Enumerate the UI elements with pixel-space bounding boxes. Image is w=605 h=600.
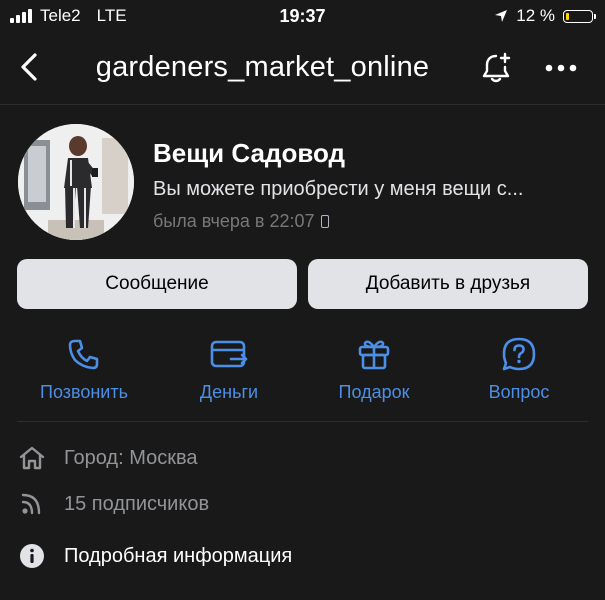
rss-feed-icon xyxy=(21,493,41,515)
add-friend-button[interactable]: Добавить в друзья xyxy=(308,259,588,309)
battery-percent: 12 % xyxy=(516,6,555,25)
question-icon xyxy=(502,337,536,371)
more-options-button[interactable] xyxy=(541,52,581,84)
mobile-device-icon xyxy=(320,215,329,228)
details-text: Подробная информация xyxy=(64,544,293,567)
home-icon xyxy=(19,446,45,470)
status-bar: Tele2 LTE 19:37 12 % xyxy=(0,0,605,32)
action-call[interactable]: Позвонить xyxy=(14,334,154,403)
info-subscribers[interactable]: 15 подписчиков xyxy=(18,490,209,518)
more-dots-icon xyxy=(545,64,577,72)
subscribe-notifications-button[interactable] xyxy=(476,50,516,86)
profile-name: Вещи Садовод xyxy=(153,138,346,168)
money-card-icon xyxy=(210,340,248,368)
profile-status[interactable]: Вы можете приобрести у меня вещи с... xyxy=(153,178,523,201)
last-seen: была вчера в 22:07 xyxy=(153,211,329,232)
last-seen-text: была вчера в 22:07 xyxy=(153,211,315,231)
action-question[interactable]: Вопрос xyxy=(449,334,589,403)
profile-photo xyxy=(18,124,134,240)
gift-icon xyxy=(358,340,390,370)
avatar[interactable] xyxy=(18,124,134,240)
subscribers-text: 15 подписчиков xyxy=(64,492,210,515)
message-button[interactable]: Сообщение xyxy=(17,259,297,309)
divider xyxy=(17,421,588,422)
action-call-label: Позвонить xyxy=(40,382,128,402)
bell-plus-icon xyxy=(482,52,511,83)
phone-icon xyxy=(68,339,99,370)
nav-bar: gardeners_market_online xyxy=(0,40,605,96)
action-gift-label: Подарок xyxy=(338,382,410,402)
location-arrow-icon xyxy=(495,10,508,22)
page-title: gardeners_market_online xyxy=(95,51,430,83)
divider xyxy=(0,104,605,105)
city-text: Город: Москва xyxy=(64,446,198,469)
info-details[interactable]: Подробная информация xyxy=(18,542,292,570)
info-icon xyxy=(20,544,44,568)
action-question-label: Вопрос xyxy=(488,382,550,402)
action-money[interactable]: Деньги xyxy=(159,334,299,403)
action-money-label: Деньги xyxy=(199,382,259,402)
battery-icon xyxy=(563,9,596,23)
action-gift[interactable]: Подарок xyxy=(304,334,444,403)
info-city: Город: Москва xyxy=(18,444,198,472)
